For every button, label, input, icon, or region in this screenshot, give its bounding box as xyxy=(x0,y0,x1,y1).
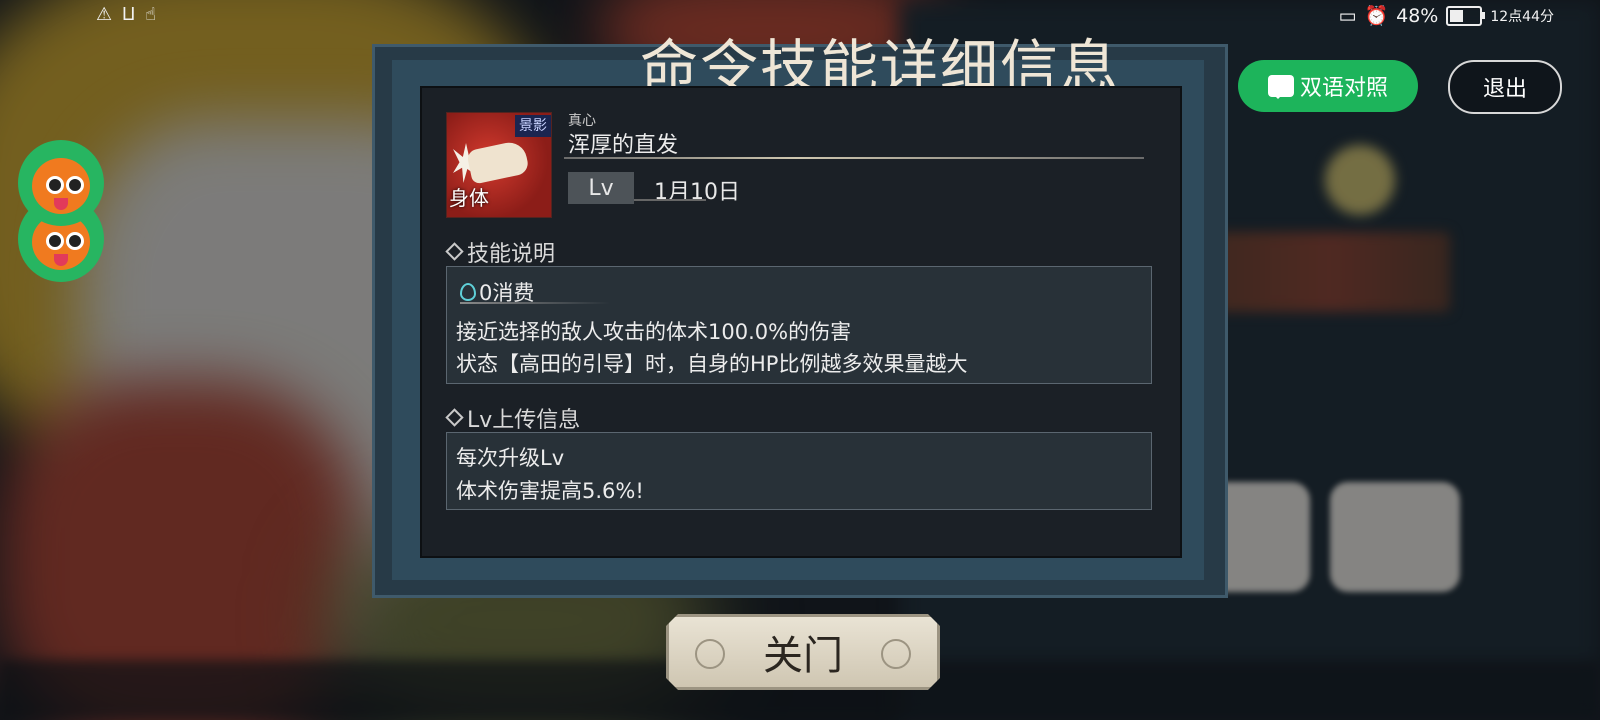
divider xyxy=(564,157,1144,159)
floating-assistant-icon[interactable] xyxy=(18,140,118,290)
exit-button[interactable]: 退出 xyxy=(1448,60,1562,114)
fist-icon xyxy=(466,139,530,185)
alert-icon: ⚠ xyxy=(96,4,113,25)
diamond-icon xyxy=(445,242,464,261)
upgrade-line: 体术伤害提高5.6%! xyxy=(456,479,644,503)
skill-icon: 景影 身体 xyxy=(446,112,552,218)
close-label: 关门 xyxy=(763,633,843,679)
cast-icon: ▭ xyxy=(1338,4,1357,27)
divider xyxy=(634,199,706,201)
touch-icon: ☝ xyxy=(145,4,157,25)
battery-percent: 48% xyxy=(1396,4,1439,27)
section-title-description: 技能说明 xyxy=(445,236,555,268)
diamond-icon xyxy=(445,408,464,427)
description-line: 状态【高田的引导】时，自身的HP比例越多效果量越大 xyxy=(456,352,968,376)
upgrade-line: 每次升级Lv xyxy=(456,446,565,470)
battery-icon xyxy=(1446,5,1486,26)
description-line: 接近选择的敌人攻击的体术100.0%的伤害 xyxy=(456,320,852,344)
chat-bubble-icon xyxy=(1267,75,1294,99)
drop-icon xyxy=(460,283,476,301)
wifi-icon: ⨿ xyxy=(122,4,136,25)
skill-tag: 景影 xyxy=(515,115,551,137)
ornament-icon xyxy=(695,639,725,669)
divider xyxy=(460,302,610,304)
alarm-icon: ⏰ xyxy=(1364,5,1389,27)
lv-label: Lv xyxy=(568,172,634,204)
skill-category: 身体 xyxy=(449,186,489,210)
skill-name: 浑厚的直发 xyxy=(568,133,679,158)
section-title-upgrade: Lv上传信息 xyxy=(445,402,580,434)
bilingual-label: 双语对照 xyxy=(1299,76,1388,101)
lv-value: 1月10日 xyxy=(654,180,740,205)
clock: 12点44分 xyxy=(1490,8,1554,25)
bilingual-toggle-button[interactable]: 双语对照 xyxy=(1238,60,1418,112)
ornament-icon xyxy=(881,639,911,669)
close-button[interactable]: 关门 xyxy=(666,614,940,690)
